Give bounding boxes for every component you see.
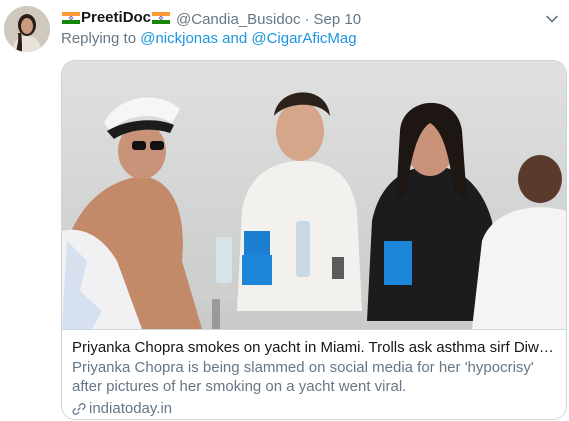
tweet-header: PreetiDoc @Candia_Busidoc · Sep 10 xyxy=(61,8,569,28)
avatar[interactable] xyxy=(4,6,50,52)
mention-link[interactable]: @CigarAficMag xyxy=(251,30,356,47)
card-domain: indiatoday.in xyxy=(72,399,556,418)
display-name: PreetiDoc xyxy=(81,9,152,26)
profile-avatar-icon xyxy=(4,6,50,52)
card-domain-text: indiatoday.in xyxy=(89,400,173,417)
display-name-link[interactable]: PreetiDoc xyxy=(61,8,171,28)
mention-link[interactable]: @nickjonas xyxy=(140,30,218,47)
user-handle[interactable]: @Candia_Busidoc xyxy=(176,11,300,28)
reply-prefix: Replying to xyxy=(61,30,137,47)
yacht-photo xyxy=(62,61,566,329)
card-title[interactable]: Priyanka Chopra smokes on yacht in Miami… xyxy=(72,338,556,357)
replying-to: Replying to @nickjonas and @CigarAficMag xyxy=(61,29,357,49)
india-flag-icon xyxy=(62,12,80,24)
mention-and: and xyxy=(222,30,248,47)
tweet-date[interactable]: Sep 10 xyxy=(314,11,362,28)
card-description: Priyanka Chopra is being slammed on soci… xyxy=(72,359,534,395)
card-body[interactable]: Priyanka Chopra smokes on yacht in Miami… xyxy=(62,329,566,419)
chevron-down-icon[interactable] xyxy=(545,12,559,26)
india-flag-icon xyxy=(152,12,171,24)
separator-dot: · xyxy=(304,11,310,28)
card-image[interactable] xyxy=(62,61,566,329)
link-icon xyxy=(72,402,86,415)
link-card[interactable]: Priyanka Chopra smokes on yacht in Miami… xyxy=(61,60,567,420)
